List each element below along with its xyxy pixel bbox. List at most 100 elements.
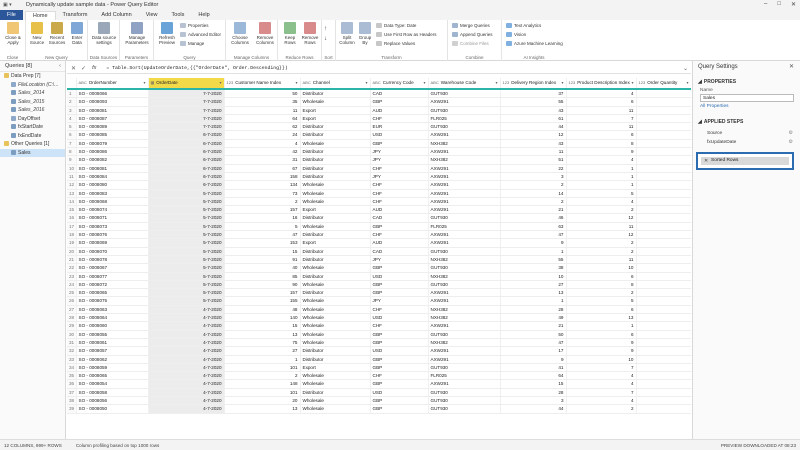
table-cell[interactable]: SO - 0008065	[76, 371, 149, 381]
table-cell[interactable]: Distributor	[300, 288, 371, 298]
table-cell[interactable]: CHF	[370, 180, 429, 190]
table-cell[interactable]: CHF	[370, 189, 429, 198]
table-cell[interactable]: 63	[500, 222, 567, 232]
row-number[interactable]: 22	[67, 263, 77, 273]
column-filter-dropdown-icon[interactable]: ▾	[561, 78, 563, 87]
table-cell[interactable]: SO - 0008069	[76, 238, 149, 248]
table-cell[interactable]: 4	[566, 371, 637, 381]
table-cell[interactable]: 9	[500, 355, 567, 364]
first-row-headers-button[interactable]: Use First Row as Headers	[376, 32, 437, 37]
table-cell[interactable]: 5-7-2020	[148, 272, 225, 281]
table-cell[interactable]: 157	[224, 205, 301, 215]
row-number[interactable]: 3	[67, 106, 77, 115]
new-source-button[interactable]: New Source	[28, 22, 46, 45]
table-cell[interactable]: 14	[500, 189, 567, 198]
table-cell[interactable]: AXW291	[428, 130, 501, 140]
table-cell[interactable]: 2	[566, 247, 637, 256]
row-number[interactable]: 28	[67, 313, 77, 323]
table-cell[interactable]: SO - 0008062	[76, 355, 149, 364]
table-cell[interactable]: AXW291	[428, 197, 501, 207]
query-item[interactable]: Data Prep [7]	[0, 72, 65, 81]
table-row[interactable]: 6 SO - 0008085 6-7-2020 24 Distributor USD AXW…	[67, 130, 691, 140]
table-cell[interactable]: GBP	[370, 97, 429, 107]
table-cell[interactable]: 1	[566, 164, 637, 173]
row-number[interactable]: 4	[67, 114, 77, 124]
table-cell[interactable]: GUT930	[428, 89, 501, 99]
table-cell[interactable]: GUT930	[428, 330, 501, 339]
table-cell[interactable]: Wholesale	[300, 189, 371, 198]
table-cell[interactable]: 4	[566, 197, 637, 207]
table-cell[interactable]: GBP	[370, 363, 429, 373]
table-cell[interactable]: Wholesale	[300, 180, 371, 190]
append-queries-button[interactable]: Append Queries	[452, 32, 493, 37]
table-cell[interactable]: SO - 0008055	[76, 330, 149, 339]
table-cell[interactable]: SO - 0008075	[76, 296, 149, 306]
table-cell[interactable]: GUT930	[428, 122, 501, 132]
row-number[interactable]: 11	[67, 172, 77, 182]
table-cell[interactable]: AXW291	[428, 321, 501, 331]
table-cell[interactable]: 5-7-2020	[148, 238, 225, 248]
table-cell[interactable]: Export	[300, 205, 371, 215]
table-cell[interactable]: 6	[566, 130, 637, 140]
formula-input[interactable]: = Table.Sort(UpdateOrderDate,{{"OrderDat…	[106, 66, 287, 71]
table-cell[interactable]: GBP	[370, 263, 429, 273]
advanced-editor-button[interactable]: Advanced Editor	[180, 32, 221, 37]
table-cell[interactable]: GBP	[370, 355, 429, 364]
column-header[interactable]: 123 Delivery Region Index ▾	[500, 78, 567, 90]
table-cell[interactable]: 2	[566, 404, 637, 414]
table-cell[interactable]: 134	[224, 180, 301, 190]
table-cell[interactable]: NXH382	[428, 338, 501, 348]
table-row[interactable]: 3 SO - 0008081 7-7-2020 11 Export AUD GUT930 43…	[67, 106, 691, 115]
table-cell[interactable]: 11	[224, 106, 301, 115]
table-cell[interactable]: 5-7-2020	[148, 230, 225, 240]
table-cell[interactable]: CAD	[370, 89, 429, 99]
table-cell[interactable]: 3	[500, 396, 567, 406]
row-number[interactable]: 8	[67, 147, 77, 157]
column-filter-dropdown-icon[interactable]: ▾	[143, 78, 145, 87]
recent-sources-button[interactable]: Recent Sources	[47, 22, 67, 45]
table-cell[interactable]: 4-7-2020	[148, 338, 225, 348]
table-cell[interactable]: SO - 0008068	[76, 197, 149, 207]
table-cell[interactable]: Wholesale	[300, 330, 371, 339]
manage-button[interactable]: Manage	[180, 41, 204, 46]
table-cell[interactable]: SO - 0008070	[76, 247, 149, 256]
quick-access-icon[interactable]: ▣ ▾	[3, 2, 12, 8]
table-cell[interactable]: 21	[500, 205, 567, 215]
data-type-dropdown[interactable]: Data Type: Date	[376, 23, 416, 28]
table-cell[interactable]: GBP	[370, 139, 429, 149]
table-cell[interactable]: SO - 0008072	[76, 280, 149, 290]
table-cell[interactable]: 37	[500, 89, 567, 99]
table-cell[interactable]: 7	[566, 388, 637, 398]
table-cell[interactable]: Wholesale	[300, 296, 371, 306]
split-column-button[interactable]: Split Column	[338, 22, 356, 45]
table-cell[interactable]: 4-7-2020	[148, 388, 225, 398]
remove-rows-button[interactable]: Remove Rows	[300, 22, 320, 45]
table-cell[interactable]: 4-7-2020	[148, 313, 225, 323]
query-item[interactable]: Other Queries [1]	[0, 140, 65, 149]
row-number[interactable]: 36	[67, 379, 77, 389]
applied-step[interactable]: fxUpdateDate ⚙	[693, 138, 800, 147]
row-number[interactable]: 33	[67, 355, 77, 364]
query-item[interactable]: Sales_2015	[0, 98, 65, 107]
table-cell[interactable]: SO - 0008086	[76, 147, 149, 157]
table-cell[interactable]: 11	[566, 106, 637, 115]
table-row[interactable]: 2 SO - 0008093 7-7-2020 35 Wholesale GBP AXW29…	[67, 97, 691, 107]
column-type-icon[interactable]: 123	[639, 80, 646, 85]
table-cell[interactable]: 6-7-2020	[148, 155, 225, 165]
status-profiling[interactable]: Column profiling based on top 1000 rows	[76, 443, 160, 448]
table-cell[interactable]: 5	[566, 296, 637, 306]
table-cell[interactable]: SO - 0008057	[76, 346, 149, 356]
table-cell[interactable]: 140	[224, 313, 301, 323]
table-cell[interactable]: Distributor	[300, 272, 371, 281]
keep-rows-button[interactable]: Keep Rows	[280, 22, 300, 45]
row-number[interactable]: 7	[67, 139, 77, 149]
column-type-icon[interactable]: 123	[503, 80, 510, 85]
table-cell[interactable]: 64	[224, 114, 301, 124]
tab-6[interactable]: Help	[191, 11, 216, 20]
table-row[interactable]: 8 SO - 0008086 6-7-2020 42 Distributor JPY AXW…	[67, 147, 691, 157]
close-window-button[interactable]: ✕	[791, 1, 796, 8]
table-cell[interactable]: 61	[500, 114, 567, 124]
table-cell[interactable]: 27	[500, 280, 567, 290]
table-row[interactable]: 38 SO - 0008056 4-7-2020 20 Wholesale GBP GUT9…	[67, 396, 691, 406]
table-row[interactable]: 7 SO - 0008079 6-7-2020 4 Wholesale GBP NXH382…	[67, 139, 691, 149]
